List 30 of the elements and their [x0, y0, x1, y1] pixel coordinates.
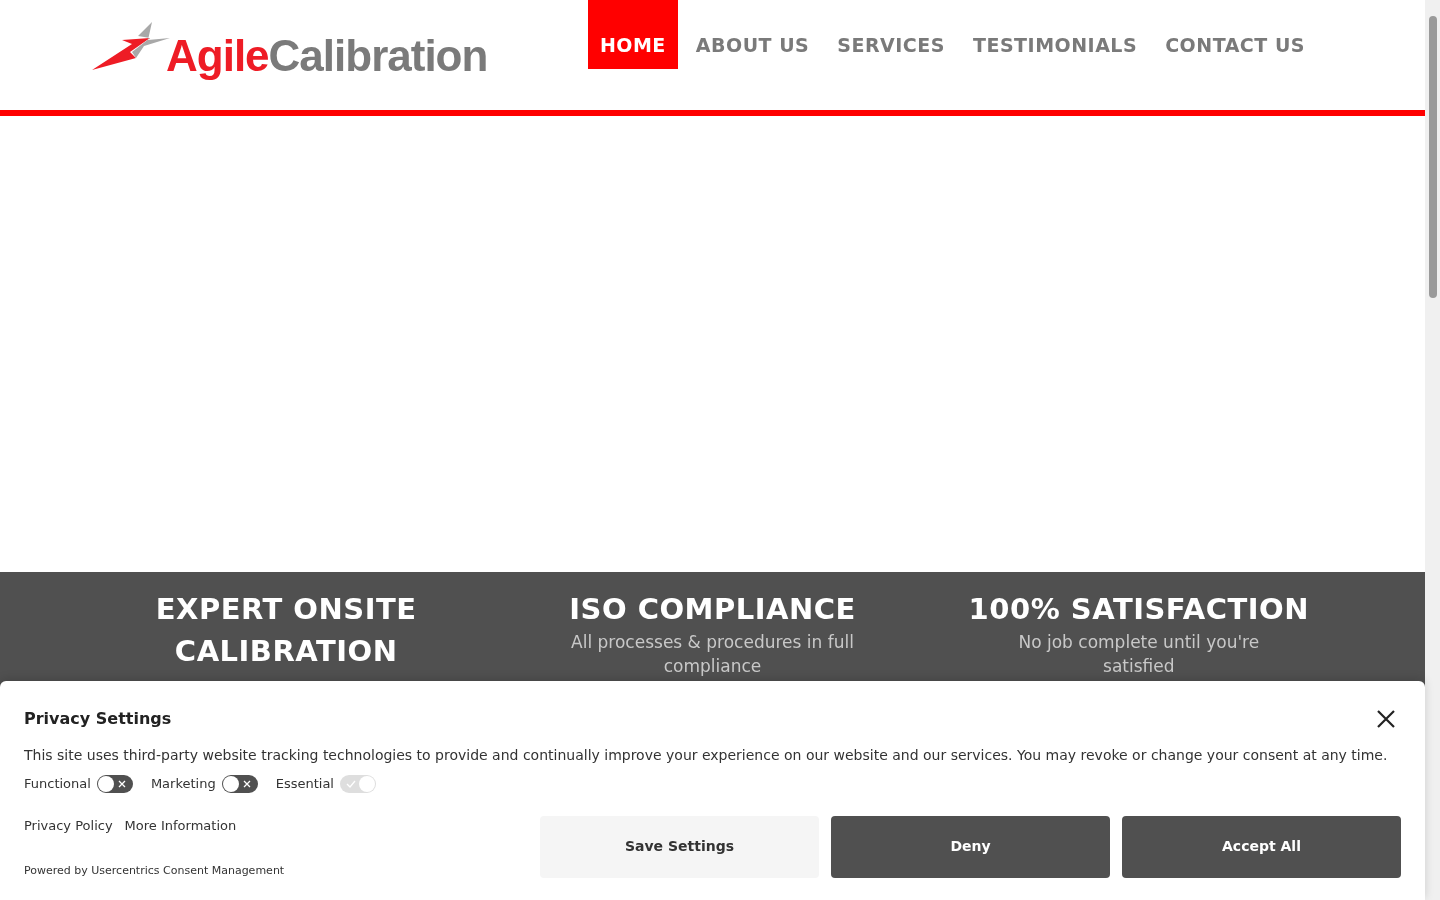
- banner-link[interactable]: More Information: [124, 815, 237, 835]
- powered-by-text: Powered by Usercentrics Consent Management: [24, 863, 285, 879]
- banner-link[interactable]: Privacy Policy: [24, 815, 113, 835]
- nav-link[interactable]: SERVICES: [823, 0, 959, 69]
- nav-link[interactable]: HOME: [587, 0, 678, 69]
- cross-icon: [241, 778, 252, 789]
- nav-link[interactable]: CONTACT US: [1151, 0, 1319, 69]
- feature-title: ISO COMPLIANCE: [569, 591, 856, 628]
- close-icon[interactable]: [1377, 710, 1395, 728]
- toggle-label: Marketing: [150, 775, 216, 793]
- toggle-switch[interactable]: [221, 774, 258, 793]
- banner-title: Privacy Settings: [24, 708, 172, 730]
- toggle-switch[interactable]: [96, 774, 133, 793]
- consent-button[interactable]: Deny: [831, 815, 1110, 878]
- toggle-label: Functional: [24, 775, 91, 793]
- toggle-label: Essential: [275, 775, 334, 793]
- scrollbar[interactable]: [1425, 0, 1440, 900]
- feature-text: No job complete until you're satisfied: [1017, 631, 1261, 678]
- cross-icon: [116, 778, 127, 789]
- logo-text: Calibration: [268, 34, 488, 78]
- logo-text: Agile: [166, 34, 269, 78]
- feature-text: All processes & procedures in full compliance: [570, 631, 855, 678]
- feature-title: EXPERT ONSITE CALIBRATION: [154, 591, 418, 670]
- banner-text: This site uses third-party website tracking technologies to provide and continually improve your experience on our website and our services. You may revoke or change your consent at any time.: [24, 746, 1389, 765]
- consent-button[interactable]: Save Settings: [540, 815, 819, 878]
- nav-link[interactable]: ABOUT US: [681, 0, 824, 69]
- check-icon: [345, 778, 356, 789]
- consent-button[interactable]: Accept All: [1122, 815, 1401, 878]
- feature-title: 100% SATISFACTION: [968, 591, 1310, 628]
- nav-link[interactable]: TESTIMONIALS: [959, 0, 1152, 69]
